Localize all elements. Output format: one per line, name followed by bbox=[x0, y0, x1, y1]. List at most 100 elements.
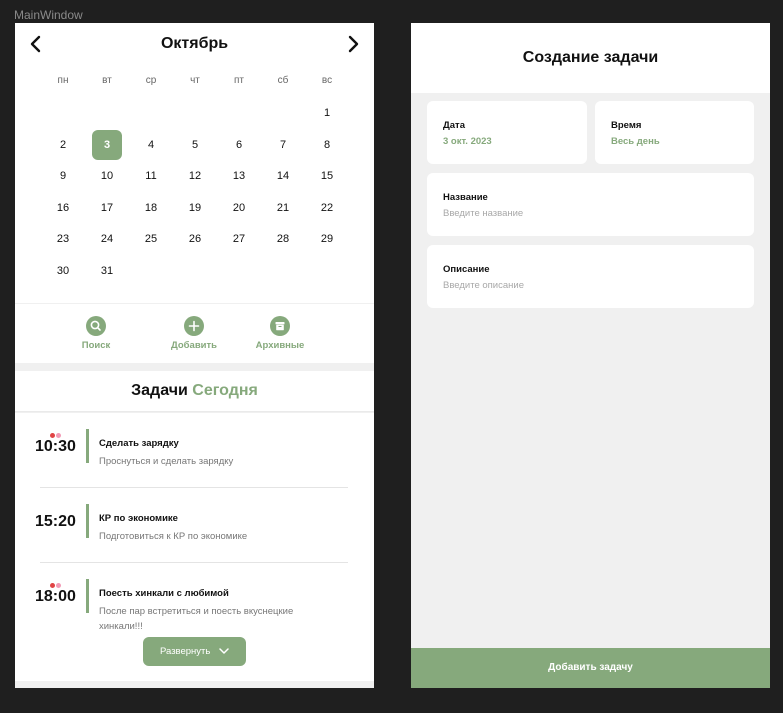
day-cell[interactable]: 18 bbox=[129, 193, 173, 225]
day-number: 10 bbox=[100, 170, 114, 183]
task-accent-bar bbox=[86, 429, 89, 463]
day-cell[interactable]: 31 bbox=[85, 256, 129, 288]
day-number: 8 bbox=[323, 138, 331, 151]
task-description: После пар встретиться и поесть вкуснецки… bbox=[99, 606, 294, 632]
divider bbox=[40, 487, 348, 488]
weekday-label: чт bbox=[190, 75, 200, 86]
day-cell[interactable]: 22 bbox=[305, 193, 349, 225]
archive-button[interactable]: Архивные bbox=[240, 316, 320, 351]
day-number: 27 bbox=[232, 233, 246, 246]
day-cell[interactable]: 16 bbox=[41, 193, 85, 225]
task-title: Поесть хинкали с любимой bbox=[99, 588, 229, 599]
task-item[interactable]: 18:00 Поесть хинкали с любимой После пар… bbox=[15, 575, 374, 645]
search-icon bbox=[86, 316, 106, 336]
day-number: 17 bbox=[100, 201, 114, 214]
day-cell[interactable]: 13 bbox=[217, 161, 261, 193]
day-cell[interactable]: 25 bbox=[129, 224, 173, 256]
task-accent-bar bbox=[86, 579, 89, 613]
task-item[interactable]: 15:20 КР по экономике Подготовиться к КР… bbox=[15, 500, 374, 570]
day-cell[interactable]: 8 bbox=[305, 130, 349, 162]
name-field[interactable]: Название Введите название bbox=[427, 173, 754, 236]
day-cell[interactable]: 14 bbox=[261, 161, 305, 193]
weekday-row: пн вт ср чт пт сб вс bbox=[41, 75, 349, 86]
time-field[interactable]: Время Весь день bbox=[595, 101, 754, 164]
search-button[interactable]: Поиск bbox=[56, 316, 136, 351]
add-task-button[interactable]: Добавить задачу bbox=[411, 648, 770, 688]
day-cell-empty bbox=[217, 256, 261, 288]
day-cell[interactable]: 1 bbox=[305, 98, 349, 130]
day-number: 22 bbox=[320, 201, 334, 214]
date-value: 3 окт. 2023 bbox=[443, 136, 492, 147]
day-number: 7 bbox=[279, 138, 287, 151]
task-description: Проснуться и сделать зарядку bbox=[99, 456, 234, 467]
day-cell[interactable]: 21 bbox=[261, 193, 305, 225]
task-item[interactable]: 10:30 Сделать зарядку Проснуться и сдела… bbox=[15, 425, 374, 495]
day-cell[interactable]: 29 bbox=[305, 224, 349, 256]
day-number: 6 bbox=[235, 138, 243, 151]
archive-icon bbox=[270, 316, 290, 336]
day-number: 28 bbox=[276, 233, 290, 246]
day-cell-empty bbox=[217, 98, 261, 130]
expand-label: Развернуть bbox=[160, 646, 211, 657]
day-cell[interactable]: 27 bbox=[217, 224, 261, 256]
day-cell[interactable]: 23 bbox=[41, 224, 85, 256]
day-cell[interactable]: 6 bbox=[217, 130, 261, 162]
day-cell[interactable]: 5 bbox=[173, 130, 217, 162]
day-number: 1 bbox=[323, 107, 331, 119]
day-number: 25 bbox=[144, 233, 158, 246]
day-cell[interactable]: 20 bbox=[217, 193, 261, 225]
day-number: 4 bbox=[147, 138, 155, 151]
day-cell[interactable]: 30 bbox=[41, 256, 85, 288]
search-label: Поиск bbox=[81, 340, 111, 351]
date-label: Дата bbox=[443, 120, 465, 131]
add-button[interactable]: Добавить bbox=[154, 316, 234, 351]
day-number: 23 bbox=[56, 233, 70, 246]
day-cell[interactable]: 28 bbox=[261, 224, 305, 256]
calendar-panel: Октябрь пн вт ср чт пт сб вс 1 2 3 4 5 6 7 8 9 10 11 12 13… bbox=[15, 23, 374, 688]
weekday-label: сб bbox=[277, 75, 289, 86]
day-cell[interactable]: 15 bbox=[305, 161, 349, 193]
day-cell-empty bbox=[261, 256, 305, 288]
expand-button[interactable]: Развернуть bbox=[143, 637, 246, 666]
day-cell-empty bbox=[85, 98, 129, 130]
name-input[interactable]: Введите название bbox=[443, 208, 523, 219]
day-cell-empty bbox=[173, 256, 217, 288]
plus-icon bbox=[184, 316, 204, 336]
calendar-header: Октябрь bbox=[15, 33, 374, 55]
tasks-heading-text: Задачи bbox=[131, 382, 188, 399]
day-cell[interactable]: 11 bbox=[129, 161, 173, 193]
task-description: Подготовиться к КР по экономике bbox=[99, 531, 248, 542]
day-cell[interactable]: 7 bbox=[261, 130, 305, 162]
task-time: 10:30 bbox=[35, 438, 76, 455]
task-list: 10:30 Сделать зарядку Проснуться и сдела… bbox=[15, 413, 374, 681]
day-cell[interactable]: 4 bbox=[129, 130, 173, 162]
day-number: 31 bbox=[100, 264, 114, 277]
day-cell[interactable]: 10 bbox=[85, 161, 129, 193]
day-number: 3 bbox=[103, 138, 111, 151]
day-number: 9 bbox=[59, 170, 67, 183]
day-cell[interactable]: 19 bbox=[173, 193, 217, 225]
create-task-panel: Создание задачи Дата 3 окт. 2023 Время В… bbox=[411, 23, 770, 688]
weekday-label: пн bbox=[57, 75, 69, 86]
day-cell[interactable]: 24 bbox=[85, 224, 129, 256]
month-title: Октябрь bbox=[160, 35, 229, 52]
description-input[interactable]: Введите описание bbox=[443, 280, 524, 291]
action-bar: Поиск Добавить Архивные bbox=[15, 304, 374, 363]
time-value: Весь день bbox=[611, 136, 660, 147]
day-cell[interactable]: 26 bbox=[173, 224, 217, 256]
weekday-label: пт bbox=[234, 75, 244, 86]
day-cell[interactable]: 12 bbox=[173, 161, 217, 193]
date-field[interactable]: Дата 3 окт. 2023 bbox=[427, 101, 587, 164]
task-time: 18:00 bbox=[35, 588, 76, 605]
day-number: 21 bbox=[276, 201, 290, 214]
day-cell-selected[interactable]: 3 bbox=[85, 129, 129, 162]
next-month-button[interactable] bbox=[342, 33, 364, 55]
calendar: Октябрь пн вт ср чт пт сб вс 1 2 3 4 5 6 7 8 9 10 11 12 13… bbox=[15, 23, 374, 303]
day-cell-empty bbox=[261, 98, 305, 130]
weekday-label: вс bbox=[321, 75, 333, 86]
description-field[interactable]: Описание Введите описание bbox=[427, 245, 754, 308]
day-cell[interactable]: 9 bbox=[41, 161, 85, 193]
tasks-heading: Задачи Сегодня bbox=[15, 371, 374, 412]
day-cell[interactable]: 2 bbox=[41, 130, 85, 162]
day-cell[interactable]: 17 bbox=[85, 193, 129, 225]
